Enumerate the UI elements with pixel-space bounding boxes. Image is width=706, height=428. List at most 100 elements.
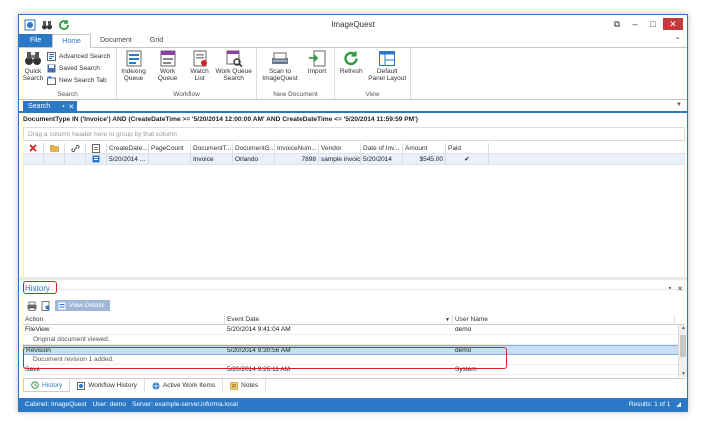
- tab-notes[interactable]: Notes: [223, 379, 267, 392]
- document-column-icon[interactable]: [86, 143, 107, 153]
- tab-home[interactable]: Home: [52, 34, 91, 48]
- indexing-queue-label: Indexing Queue: [121, 68, 146, 82]
- scanner-icon: [272, 52, 288, 64]
- col-vendor[interactable]: Vendor: [319, 143, 361, 153]
- advanced-search-icon: [47, 51, 56, 61]
- status-bar: Cabinet: ImageQuest User: demo Server: e…: [19, 398, 687, 411]
- resize-grip-icon[interactable]: ◢: [676, 401, 681, 408]
- app-window: ImageQuest ⧉ – □ ✕ File Home Document Gr…: [18, 14, 688, 412]
- tab-grid[interactable]: Grid: [141, 34, 172, 47]
- col-pagecount[interactable]: PageCount: [149, 143, 191, 153]
- minimize-button[interactable]: –: [627, 18, 643, 30]
- history-action: FileView: [25, 326, 50, 333]
- ribbon-group-new-document: Scan to ImageQuest Import New Document: [257, 48, 335, 99]
- new-tab-icon: [47, 76, 56, 85]
- close-button[interactable]: ✕: [663, 18, 683, 30]
- col-date-of-invoice[interactable]: Date of Inv...: [361, 143, 403, 153]
- panel-layout-icon: [379, 51, 396, 66]
- view-details-button[interactable]: View Details: [55, 300, 110, 311]
- advanced-search-label: Advanced Search: [59, 52, 111, 60]
- history-panel-tabs: History Workflow History Active Work Ite…: [23, 378, 685, 392]
- work-queue-icon: [160, 50, 176, 67]
- saved-search-button[interactable]: Saved Search: [47, 63, 110, 73]
- panel-splitter[interactable]: [19, 277, 687, 280]
- ribbon: Quick Search Advanced Search Saved Searc…: [19, 48, 687, 100]
- new-search-tab-button[interactable]: New Search Tab: [47, 75, 110, 85]
- table-row[interactable]: FileView 5/20/2014 9:41:04 AM demo: [23, 325, 685, 335]
- saved-search-icon: [47, 64, 56, 72]
- col-paid[interactable]: Paid: [446, 143, 489, 153]
- close-icon[interactable]: ✕: [677, 285, 683, 293]
- notes-icon: [230, 381, 238, 390]
- document-icon[interactable]: [86, 154, 107, 164]
- group-by-panel[interactable]: Drag a column header here to group by th…: [23, 127, 685, 141]
- col-amount[interactable]: Amount: [403, 143, 446, 153]
- folder-column-icon[interactable]: [44, 143, 65, 153]
- watch-list-label: Watch List: [190, 68, 209, 82]
- pin-icon[interactable]: ▪: [62, 104, 64, 110]
- tab-search-label: Search: [28, 103, 51, 110]
- indexing-queue-icon: [126, 50, 142, 67]
- cell-documentgroup: Orlando: [233, 154, 275, 164]
- history-detail: Original document viewed.: [33, 336, 110, 343]
- tab-document[interactable]: Document: [91, 34, 141, 47]
- tab-notes-label: Notes: [241, 382, 259, 389]
- col-documenttype[interactable]: DocumentT...: [191, 143, 233, 153]
- refresh-icon: [344, 51, 358, 66]
- col-action[interactable]: Action: [23, 315, 225, 324]
- scroll-thumb[interactable]: [680, 335, 686, 357]
- results-grid: CreateDate... PageCount DocumentT... Doc…: [23, 143, 685, 165]
- grid-empty-area: [23, 166, 685, 290]
- link-column-icon[interactable]: [65, 143, 86, 153]
- sort-descending-icon[interactable]: ▼: [445, 317, 450, 323]
- revision-row-highlight: [23, 347, 507, 369]
- cell-createdate: 5/20/2014 ...: [107, 154, 149, 164]
- col-documentgroup[interactable]: DocumentG...: [233, 143, 275, 153]
- work-queue-search-icon: [226, 50, 243, 67]
- watch-list-icon: [193, 50, 207, 67]
- history-title-highlight: [23, 281, 57, 294]
- history-scrollbar[interactable]: ▲ ▼: [678, 325, 687, 377]
- tab-file[interactable]: File: [19, 34, 53, 47]
- tab-active-work-items[interactable]: Active Work Items: [145, 379, 224, 392]
- table-row[interactable]: 5/20/2014 ... Invoice Orlando 7898 sampl…: [23, 154, 685, 165]
- tab-search[interactable]: Search ▪ ✕: [23, 101, 77, 112]
- scroll-down-icon[interactable]: ▼: [679, 371, 687, 377]
- col-invoicenumber[interactable]: InvoiceNum...: [275, 143, 319, 153]
- workflow-history-icon: [77, 381, 86, 390]
- new-search-tab-label: New Search Tab: [59, 76, 107, 84]
- work-queue-label: Work Queue: [157, 68, 178, 82]
- close-tab-icon[interactable]: ✕: [68, 103, 74, 111]
- history-grid-header: Action Event Date ▼ User Name: [23, 315, 685, 325]
- cell-date-of-invoice: 5/20/2014: [361, 154, 403, 164]
- row-folder-cell: [44, 154, 65, 164]
- col-createdate[interactable]: CreateDate...: [107, 143, 149, 153]
- col-event-date[interactable]: Event Date ▼: [225, 315, 453, 324]
- history-date: 5/20/2014 9:41:04 AM: [227, 326, 291, 333]
- pin-icon[interactable]: ▪: [669, 285, 671, 293]
- export-icon[interactable]: [41, 300, 51, 311]
- details-icon: [58, 302, 66, 309]
- cell-paid-checkbox[interactable]: ✔: [446, 154, 489, 164]
- ribbon-collapse-icon[interactable]: ⌃: [674, 36, 681, 45]
- import-label: Import: [307, 68, 327, 75]
- tab-history[interactable]: History: [23, 379, 71, 392]
- grid-header: CreateDate... PageCount DocumentT... Doc…: [23, 143, 685, 154]
- ribbon-group-workflow-label: Workflow: [173, 91, 200, 98]
- tab-workflow-history[interactable]: Workflow History: [70, 379, 145, 392]
- ribbon-group-new-document-label: New Document: [273, 91, 318, 98]
- refresh-label: Refresh: [339, 68, 363, 75]
- restore-panel-icon[interactable]: ⧉: [609, 18, 625, 30]
- delete-column-icon[interactable]: [23, 143, 44, 153]
- col-event-date-label: Event Date: [227, 316, 260, 323]
- tab-dropdown-icon[interactable]: ▼: [676, 102, 682, 108]
- tab-workflow-history-label: Workflow History: [88, 382, 137, 389]
- scroll-up-icon[interactable]: ▲: [679, 325, 687, 331]
- search-query: DocumentType IN ('Invoice') AND (CreateD…: [23, 116, 418, 123]
- maximize-button[interactable]: □: [645, 18, 661, 30]
- advanced-search-button[interactable]: Advanced Search: [47, 51, 110, 61]
- col-user-name[interactable]: User Name: [453, 315, 675, 324]
- print-icon[interactable]: [27, 301, 37, 311]
- history-user: demo: [455, 326, 472, 333]
- status-cabinet: Cabinet: ImageQuest: [25, 401, 87, 408]
